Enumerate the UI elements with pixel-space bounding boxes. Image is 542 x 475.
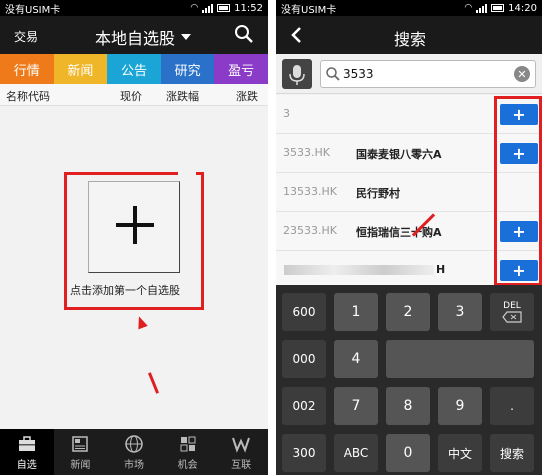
col-change[interactable]: 涨跌: [236, 88, 258, 104]
key-8[interactable]: 8: [386, 387, 430, 425]
tab-announcements[interactable]: 公告: [107, 54, 161, 84]
key-1[interactable]: 1: [334, 293, 378, 331]
clear-icon[interactable]: ✕: [514, 66, 530, 82]
battery-icon: [491, 4, 505, 12]
search-icon: [326, 67, 340, 81]
result-code: 3533.HK: [283, 146, 330, 159]
search-value: 3533: [343, 67, 374, 81]
right-screen: 没有USIM卡 ◠ 14:20 搜索 3533 ✕ 3 + 3533.HK 国泰…: [276, 0, 542, 475]
col-price[interactable]: 现价: [120, 88, 142, 104]
search-row: 3533 ✕: [276, 54, 542, 94]
highlight-frame: [64, 172, 204, 310]
nav-market[interactable]: 市场: [107, 429, 161, 475]
key-abc[interactable]: ABC: [334, 434, 378, 472]
chevron-down-icon: [181, 34, 192, 40]
key-chinese[interactable]: 中文: [438, 434, 482, 472]
carrier-label: 没有USIM卡: [5, 4, 61, 16]
result-code: 13533.HK: [283, 185, 337, 198]
category-tabs: 行情 新闻 公告 研究 盈亏: [0, 54, 268, 84]
signal-icon: [476, 3, 488, 13]
watchlist-selector[interactable]: 本地自选股: [95, 25, 192, 49]
tab-label: 研究: [174, 63, 201, 79]
search-input[interactable]: 3533 ✕: [320, 60, 536, 88]
nav-connect[interactable]: 互联: [214, 429, 268, 475]
tab-news[interactable]: 新闻: [53, 54, 108, 84]
key-2[interactable]: 2: [386, 293, 430, 331]
nav-label: 自选: [16, 459, 37, 471]
status-bar: 没有USIM卡 ◠ 14:20: [276, 0, 542, 16]
blurred-text: [284, 265, 434, 275]
key-dot[interactable]: .: [490, 387, 534, 425]
result-name: 国泰麦银八零六A: [356, 148, 442, 161]
key-7[interactable]: 7: [334, 387, 378, 425]
tab-research[interactable]: 研究: [160, 54, 215, 84]
nav-opportunity[interactable]: 机会: [161, 429, 215, 475]
nav-label: 市场: [123, 459, 144, 471]
key-0[interactable]: 0: [386, 434, 430, 472]
globe-icon: [125, 434, 143, 453]
result-code: 3: [283, 107, 290, 120]
col-name-code[interactable]: 名称代码: [6, 88, 50, 104]
briefcase-icon: [18, 435, 35, 451]
key-blank[interactable]: [386, 340, 534, 378]
nav-label: 新闻: [70, 459, 91, 471]
grid-icon: [180, 436, 196, 451]
wifi-icon: ◠: [464, 3, 473, 13]
column-header: 名称代码 现价 涨跌幅 涨跌: [0, 84, 268, 106]
delete-key-label: DEL: [503, 301, 521, 311]
key-600[interactable]: 600: [282, 293, 326, 331]
highlight-frame: [494, 96, 542, 286]
result-name: 恒指瑞信三十购A: [356, 226, 442, 239]
key-300[interactable]: 300: [282, 434, 326, 472]
tab-label: 公告: [120, 63, 147, 79]
battery-icon: [217, 4, 231, 12]
signal-icon: [202, 3, 214, 13]
frame-gap: [178, 169, 196, 177]
nav-label: 机会: [177, 459, 198, 471]
key-002[interactable]: 002: [282, 387, 326, 425]
search-icon[interactable]: [234, 24, 254, 44]
nav-news[interactable]: 新闻: [54, 429, 108, 475]
nav-label: 互联: [231, 459, 252, 471]
tab-profit-loss[interactable]: 盈亏: [214, 54, 268, 84]
nav-watchlist[interactable]: 自选: [0, 429, 54, 475]
clock: 14:20: [508, 2, 537, 14]
key-3[interactable]: 3: [438, 293, 482, 331]
wifi-icon: ◠: [190, 3, 199, 13]
app-header: 交易 本地自选股: [0, 16, 268, 54]
key-9[interactable]: 9: [438, 387, 482, 425]
w-icon: [232, 437, 251, 453]
key-4[interactable]: 4: [334, 340, 378, 378]
tab-label: 新闻: [67, 63, 94, 79]
search-header: 搜索: [276, 16, 542, 54]
left-screen: 没有USIM卡 ◠ 11:52 交易 本地自选股 行情 新闻 公告 研究 盈亏 …: [0, 0, 268, 475]
key-search[interactable]: 搜索: [490, 434, 534, 472]
stock-keypad: 600 1 2 3 DEL 000 4 002 7 8 9 . 300 ABC …: [276, 285, 542, 475]
status-bar: 没有USIM卡 ◠ 11:52: [0, 0, 268, 16]
clock: 11:52: [234, 2, 263, 14]
result-name: 民行野村: [356, 187, 400, 200]
col-change-pct[interactable]: 涨跌幅: [166, 88, 199, 104]
page-title: 本地自选股: [95, 29, 176, 48]
carrier-label: 没有USIM卡: [281, 4, 337, 16]
trade-button[interactable]: 交易: [14, 28, 38, 45]
back-arrow-icon[interactable]: [290, 26, 302, 44]
result-code: 23533.HK: [283, 224, 337, 237]
voice-search-button[interactable]: [282, 59, 312, 89]
newspaper-icon: [72, 435, 89, 452]
bottom-nav: 自选 新闻 市场 机会 互联: [0, 429, 268, 475]
tab-label: 行情: [13, 63, 40, 79]
result-name: H: [436, 263, 446, 276]
key-000[interactable]: 000: [282, 340, 326, 378]
microphone-icon: [289, 65, 305, 85]
page-title: 搜索: [394, 30, 427, 49]
tab-quotes[interactable]: 行情: [0, 54, 54, 84]
backspace-icon: [502, 311, 522, 323]
delete-key[interactable]: DEL: [490, 293, 534, 331]
tab-label: 盈亏: [228, 63, 255, 79]
